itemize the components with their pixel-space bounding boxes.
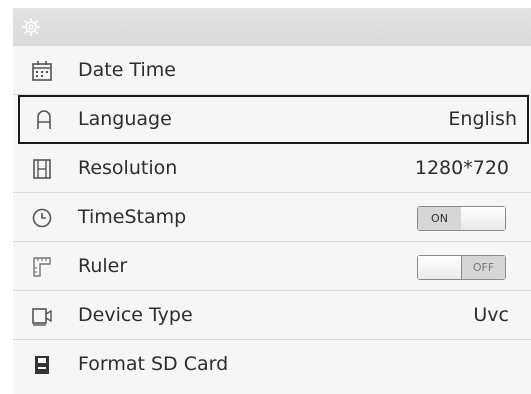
ruler-toggle[interactable]: OFF <box>417 255 506 280</box>
camera-icon <box>30 304 54 328</box>
language-icon <box>32 108 56 132</box>
menu-item-format-sd-card[interactable]: Format SD Card <box>13 340 531 389</box>
menu-item-ruler[interactable]: Ruler OFF <box>13 242 531 291</box>
menu-item-device-type[interactable]: Device Type Uvc <box>13 291 531 340</box>
settings-screen: Date Time Language English Resolution 12… <box>13 8 531 394</box>
film-icon <box>30 157 54 181</box>
language-value: English <box>448 108 517 130</box>
toggle-knob[interactable] <box>418 256 462 279</box>
calendar-icon <box>30 59 54 83</box>
ruler-icon <box>30 255 54 279</box>
menu-item-resolution[interactable]: Resolution 1280*720 <box>13 144 531 193</box>
menu-item-label: Date Time <box>78 59 176 81</box>
menu-item-language[interactable]: Language English <box>18 95 529 144</box>
menu-item-label: Language <box>78 108 172 130</box>
menu-item-label: Format SD Card <box>78 353 229 375</box>
timestamp-toggle[interactable]: ON <box>417 206 506 231</box>
device-type-value: Uvc <box>473 304 509 326</box>
gear-icon[interactable] <box>20 16 42 38</box>
menu-item-label: TimeStamp <box>78 206 187 228</box>
resolution-value: 1280*720 <box>414 157 509 179</box>
menu-item-date-time[interactable]: Date Time <box>13 46 531 95</box>
toggle-state-label: ON <box>418 207 462 230</box>
menu-item-label: Ruler <box>78 255 128 277</box>
sd-card-icon <box>30 353 54 377</box>
menu-item-label: Resolution <box>78 157 178 179</box>
settings-header <box>13 8 531 46</box>
menu-item-timestamp[interactable]: TimeStamp ON <box>13 193 531 242</box>
clock-icon <box>30 206 54 230</box>
menu-item-label: Device Type <box>78 304 193 326</box>
toggle-knob[interactable] <box>461 207 505 230</box>
toggle-state-label: OFF <box>461 256 505 279</box>
